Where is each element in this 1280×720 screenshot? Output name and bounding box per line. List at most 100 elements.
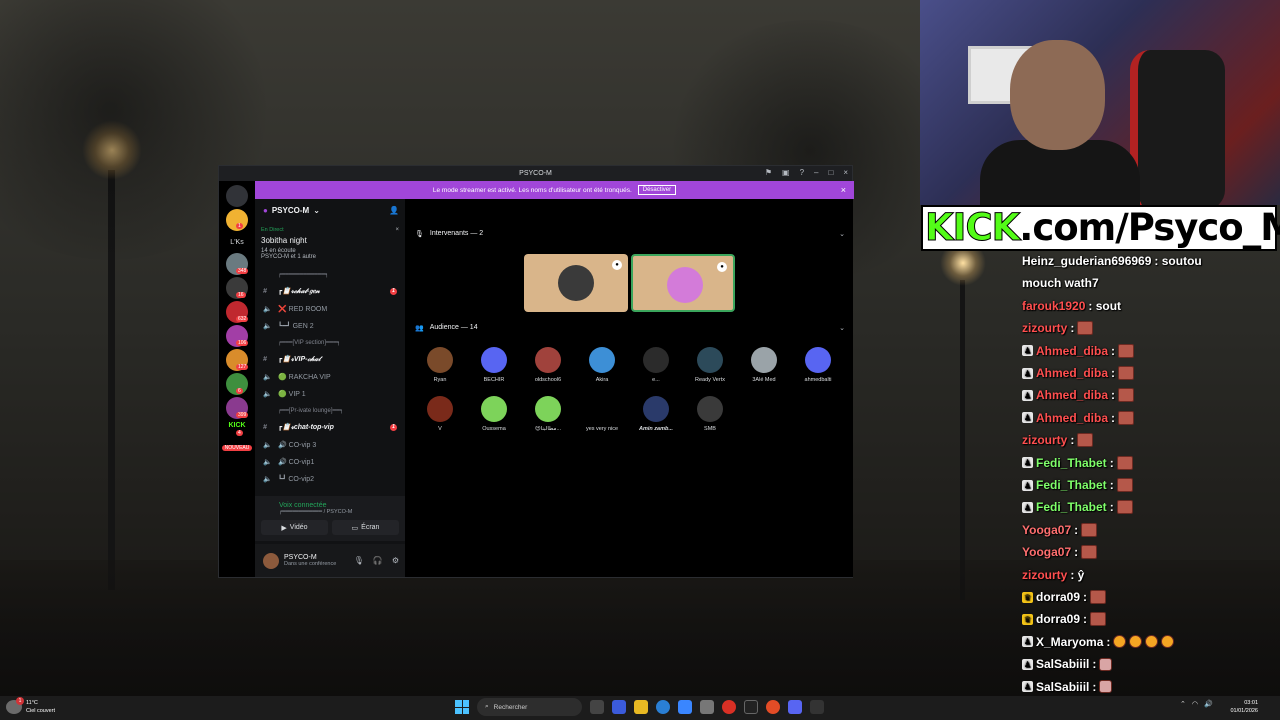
channel-item[interactable]: 🔈 🔊 CO-vip 3 [255,436,405,453]
chat-username[interactable]: Fedi_Thabet [1036,456,1107,470]
chat-username[interactable]: zizourty [1022,568,1067,582]
chat-username[interactable]: Ahmed_diba [1036,411,1108,425]
teams-icon[interactable] [612,700,626,714]
chrome-icon[interactable] [722,700,736,714]
audience-member[interactable]: Ryan [414,347,466,383]
help-icon[interactable]: ? [800,168,804,177]
weather-widget[interactable]: 1 11°C Ciel couvert [6,697,55,715]
audience-member[interactable]: Akira [576,347,628,383]
start-button[interactable] [455,700,469,714]
audience-member[interactable]: yes very nice [576,396,628,432]
channel-category[interactable]: ┍━━[Pr-ivate lounge]━━┑ [255,402,405,419]
notification-badge: 1 [16,697,24,705]
clock[interactable]: 03:01 01/01/2026 [1230,699,1258,715]
audience-member[interactable]: e... [630,347,682,383]
mention-badge: 127 [236,364,249,370]
channel-item[interactable]: 🔈 ┗┛ CO-vip2 [255,470,405,487]
headphones-icon[interactable]: 🎧 [373,556,383,565]
chat-username[interactable]: dorra09 [1036,590,1080,604]
chat-text: : [1109,500,1114,515]
chat-username[interactable]: Ahmed_diba [1036,344,1108,358]
disable-button[interactable]: Désactiver [637,185,677,195]
chevron-up-icon[interactable]: ⌃ [1180,700,1186,708]
live-event-card[interactable]: × En Direct 3obitha night 14 en écoute P… [261,227,399,260]
channel-label: ┍━━━━━━━━━━━━┑ [278,272,329,278]
chat-username[interactable]: zizourty [1022,321,1067,335]
mail-icon[interactable] [678,700,692,714]
search-input[interactable]: ⌕ Rechercher [477,698,582,716]
discord-icon[interactable] [788,700,802,714]
edge-icon[interactable] [656,700,670,714]
chat-text: : [1111,366,1116,380]
store-icon[interactable] [700,700,714,714]
audience-member[interactable]: V [414,396,466,432]
channel-item[interactable]: 🔈 ┗━┛ GEN 2 [255,317,405,334]
channel-item[interactable]: 🔈 ❌ RED ROOM [255,300,405,317]
inbox-icon[interactable]: ▣ [782,168,790,177]
audience-member[interactable]: Ready Vertx [684,347,736,383]
maximize-icon[interactable]: □ [828,168,833,177]
chat-message: ♟ Fedi_Thabet: [1022,455,1133,470]
app-icon[interactable] [810,700,824,714]
sub-badge-icon: ♟ [1022,457,1033,469]
channel-item[interactable]: 🔈 🟢 VIP 1 [255,385,405,402]
chat-username[interactable]: Heinz_guderian696969 [1022,254,1151,268]
obs-icon[interactable] [744,700,758,714]
kick-server-label[interactable]: KICK [219,422,255,429]
chat-username[interactable]: zizourty [1022,433,1067,447]
server-folder-label[interactable]: L'Ks [219,239,255,246]
chat-username[interactable]: Fedi_Thabet [1036,478,1107,492]
banner-close-icon[interactable]: × [841,185,846,195]
avatar [427,396,453,422]
audience-member[interactable]: Oussema [468,396,520,432]
channel-item[interactable]: # ┏📋𝓇chat-top-vip 1 [255,419,405,436]
chat-username[interactable]: Yooga07 [1022,545,1071,559]
audience-member[interactable]: Amin zamb... [630,396,682,432]
screen-share-button[interactable]: ▭ Écran [332,520,399,535]
video-button[interactable]: ▶ Vidéo [261,520,328,535]
emote-icon [1081,522,1098,537]
chat-username[interactable]: SalSabiiil [1036,680,1089,694]
file-explorer-icon[interactable] [634,700,648,714]
flag-icon[interactable]: ⚑ [765,168,772,177]
chat-username[interactable]: Ahmed_diba [1036,366,1108,380]
speaker-tile[interactable]: ● [631,254,735,312]
channel-item[interactable]: # ┏📋𝓇𝒸𝒽𝒶𝓉-𝑔𝑒𝓃 1 [255,283,405,300]
server-header[interactable]: ● PSYCO-M ⌄ 👤 [255,199,405,221]
chat-username[interactable]: farouk1920 [1022,299,1085,313]
audience-member[interactable]: 😍مطالبنا... [522,396,574,432]
audience-member[interactable]: 3Alé Med [738,347,790,383]
channel-item[interactable]: 🔈 🔊 CO-vip1 [255,453,405,470]
microphone-icon[interactable]: 🎙 [354,556,364,565]
channel-category[interactable]: ┍━━━[VIP section]━━━┑ [255,334,405,351]
app-icon[interactable] [766,700,780,714]
chat-username[interactable]: X_Maryoma [1036,635,1103,649]
speaker-tile[interactable]: ● [524,254,628,312]
audience-header[interactable]: 👥 Audience — 14 ⌄ [415,324,845,332]
audience-member[interactable]: SMB [684,396,736,432]
audience-member[interactable]: ahmedbalti [792,347,844,383]
close-icon[interactable]: × [395,227,399,233]
channel-category[interactable]: ┍━━━━━━━━━━━━┑ [255,266,405,283]
chat-username[interactable]: dorra09 [1036,612,1080,626]
volume-icon[interactable]: 🔊 [1204,700,1213,708]
task-view-icon[interactable] [590,700,604,714]
chat-username[interactable]: Fedi_Thabet [1036,500,1107,514]
chat-username[interactable]: SalSabiiil [1036,657,1089,671]
wifi-icon[interactable]: ◠ [1192,700,1198,708]
chevron-down-icon[interactable]: ⌄ [839,324,845,332]
channel-item[interactable]: 🔈 🟢 RAKCHA VIP [255,368,405,385]
audience-member[interactable]: oldschool6 [522,347,574,383]
chat-username[interactable]: Yooga07 [1022,523,1071,537]
avatar[interactable] [263,552,279,569]
settings-icon[interactable]: ⚙ [392,556,399,565]
close-icon[interactable]: × [843,168,848,177]
audience-member[interactable]: BECHIR [468,347,520,383]
dm-icon[interactable] [226,185,248,207]
minimize-icon[interactable]: – [814,168,818,177]
chevron-down-icon[interactable]: ⌄ [839,230,845,238]
channel-item[interactable]: # ┏📋𝓇VIP-𝒸𝒽𝒶𝓉 [255,351,405,368]
add-member-icon[interactable]: 👤 [389,206,399,215]
speakers-header[interactable]: 🎙 Intervenants — 2 ⌄ [415,230,845,238]
chat-username[interactable]: Ahmed_diba [1036,388,1108,402]
